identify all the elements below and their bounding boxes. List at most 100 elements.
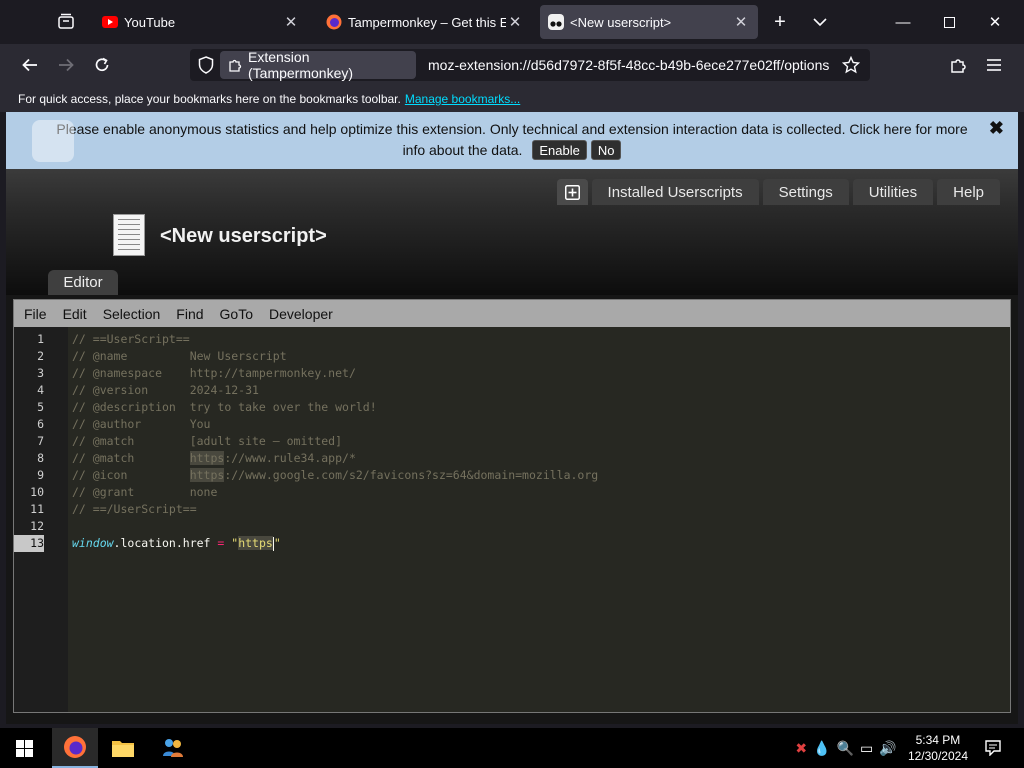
code-line[interactable]: // @namespace http://tampermonkey.net/ <box>72 365 356 382</box>
plus-box-icon <box>564 184 580 200</box>
chevron-down-icon <box>813 18 827 27</box>
main-tabs: Installed Userscripts Settings Utilities… <box>556 179 1000 205</box>
youtube-icon <box>102 14 118 30</box>
new-tab-button[interactable]: + <box>766 8 794 36</box>
code-line[interactable]: // @author You <box>72 416 210 433</box>
tab-title: YouTube <box>124 14 176 30</box>
forward-arrow-icon <box>59 58 74 72</box>
reload-icon <box>95 57 109 72</box>
code-editor[interactable]: File Edit Selection Find GoTo Developer … <box>13 299 1011 713</box>
tab-installed-userscripts[interactable]: Installed Userscripts <box>591 179 759 205</box>
search-icon[interactable]: 🔍 <box>837 740 854 757</box>
maximize-button[interactable] <box>926 0 972 44</box>
code-line[interactable]: // ==UserScript== <box>72 331 190 348</box>
extensions-button[interactable] <box>944 52 972 78</box>
line-number: 2 <box>37 349 44 363</box>
site-identity-button[interactable]: Extension (Tampermonkey) <box>220 49 416 81</box>
line-number: 7 <box>37 434 44 448</box>
shield-icon[interactable] <box>198 56 214 79</box>
editor-menubar: File Edit Selection Find GoTo Developer <box>14 300 1010 327</box>
close-tab-button[interactable]: ✕ <box>282 13 300 31</box>
menu-edit[interactable]: Edit <box>63 306 87 322</box>
code-line[interactable]: // @name New Userscript <box>72 348 287 365</box>
code-line[interactable]: // @icon https://www.google.com/s2/favic… <box>72 467 598 484</box>
code-line[interactable]: // @match [adult site — omitted] <box>72 433 342 450</box>
clock-date: 12/30/2024 <box>907 749 968 763</box>
network-icon[interactable]: ▭ <box>860 740 873 757</box>
forward-button[interactable] <box>52 52 80 78</box>
firefox-view-button[interactable] <box>52 8 80 36</box>
close-tab-button[interactable]: ✕ <box>732 13 750 31</box>
code-line[interactable]: window.location.href = "https" <box>72 535 281 552</box>
close-tab-button[interactable]: ✕ <box>506 13 524 31</box>
code-line[interactable]: // @description try to take over the wor… <box>72 399 377 416</box>
puzzle-piece-icon <box>228 58 242 72</box>
plus-icon: + <box>774 10 786 33</box>
taskbar-firefox[interactable] <box>52 728 98 768</box>
menu-goto[interactable]: GoTo <box>220 306 253 322</box>
code-line[interactable]: // @grant none <box>72 484 217 501</box>
taskbar-clock[interactable]: 5:34 PM 12/30/2024 <box>908 732 968 764</box>
bookmark-star-icon[interactable] <box>841 55 861 79</box>
url-text[interactable]: moz-extension://d56d7972-8f5f-48cc-b49b-… <box>428 49 838 81</box>
back-button[interactable] <box>16 52 44 78</box>
tab-tampermonkey-addons[interactable]: Tampermonkey – Get this Exter ✕ <box>318 5 532 39</box>
line-number: 5 <box>37 400 44 414</box>
new-script-tab[interactable] <box>556 179 588 205</box>
menu-find[interactable]: Find <box>176 306 203 322</box>
code-area[interactable]: // ==UserScript==// @name New Userscript… <box>68 327 1010 712</box>
tab-strip: YouTube ✕ Tampermonkey – Get this Exter … <box>0 0 1024 44</box>
line-number: 3 <box>37 366 44 380</box>
line-number: 10 <box>30 485 44 499</box>
tab-youtube[interactable]: YouTube ✕ <box>94 5 308 39</box>
code-line[interactable]: // ==/UserScript== <box>72 501 197 518</box>
maximize-icon <box>943 16 955 28</box>
people-app-icon <box>163 739 183 757</box>
tampermonkey-options-page: Please enable anonymous statistics and h… <box>6 112 1018 724</box>
list-all-tabs-button[interactable] <box>806 8 834 36</box>
statistics-banner[interactable]: Please enable anonymous statistics and h… <box>6 112 1018 169</box>
site-identity-label: Extension (Tampermonkey) <box>248 49 354 81</box>
menu-file[interactable]: File <box>24 306 47 322</box>
page-title: <New userscript> <box>160 225 327 247</box>
minimize-button[interactable]: — <box>880 0 926 44</box>
banner-message: Please enable anonymous statistics and h… <box>56 121 968 158</box>
enable-button[interactable]: Enable <box>532 140 587 160</box>
taskbar-file-explorer[interactable] <box>100 728 146 768</box>
tray-icons[interactable]: ✖ 💧 🔍 ▭ 🔊 <box>786 728 906 768</box>
line-number: 4 <box>37 383 44 397</box>
close-window-button[interactable]: ✕ <box>972 0 1018 44</box>
clock-time: 5:34 PM <box>915 733 961 747</box>
close-banner-icon[interactable]: ✖ <box>989 118 1004 139</box>
no-button[interactable]: No <box>590 140 622 160</box>
line-number-gutter: 1 2 3 4 5 6 7 8 9 10 11 12 13 <box>14 327 68 712</box>
close-icon: ✕ <box>988 14 1002 31</box>
tab-editor[interactable]: Editor <box>48 270 118 295</box>
app-menu-button[interactable] <box>980 52 1008 78</box>
security-icon[interactable]: ✖ <box>795 740 807 757</box>
drop-icon[interactable]: 💧 <box>813 740 830 757</box>
puzzle-piece-icon <box>951 59 966 73</box>
volume-icon[interactable]: 🔊 <box>879 740 896 757</box>
menu-selection[interactable]: Selection <box>103 306 161 322</box>
bookmarks-toolbar: For quick access, place your bookmarks h… <box>0 86 1024 112</box>
script-document-icon <box>113 214 145 256</box>
code-line[interactable]: // @version 2024-12-31 <box>72 382 259 399</box>
menu-developer[interactable]: Developer <box>269 306 333 322</box>
taskbar: ✖ 💧 🔍 ▭ 🔊 5:34 PM 12/30/2024 <box>0 728 1024 768</box>
url-bar[interactable]: Extension (Tampermonkey) moz-extension:/… <box>190 49 870 81</box>
line-number: 12 <box>30 519 44 533</box>
tab-utilities[interactable]: Utilities <box>852 179 934 205</box>
reload-button[interactable] <box>88 52 116 78</box>
minimize-icon: — <box>895 13 911 31</box>
page-header: Installed Userscripts Settings Utilities… <box>6 169 1018 295</box>
tab-help[interactable]: Help <box>937 179 1000 205</box>
manage-bookmarks-link[interactable]: Manage bookmarks... <box>405 92 520 106</box>
line-number: 9 <box>37 468 44 482</box>
start-button[interactable] <box>0 728 48 768</box>
taskbar-app[interactable] <box>150 728 196 768</box>
tab-settings[interactable]: Settings <box>762 179 849 205</box>
code-line[interactable]: // @match https://www.rule34.app/* <box>72 450 356 467</box>
tab-new-userscript[interactable]: <New userscript> ✕ <box>540 5 758 39</box>
notifications-button[interactable] <box>978 728 1008 768</box>
